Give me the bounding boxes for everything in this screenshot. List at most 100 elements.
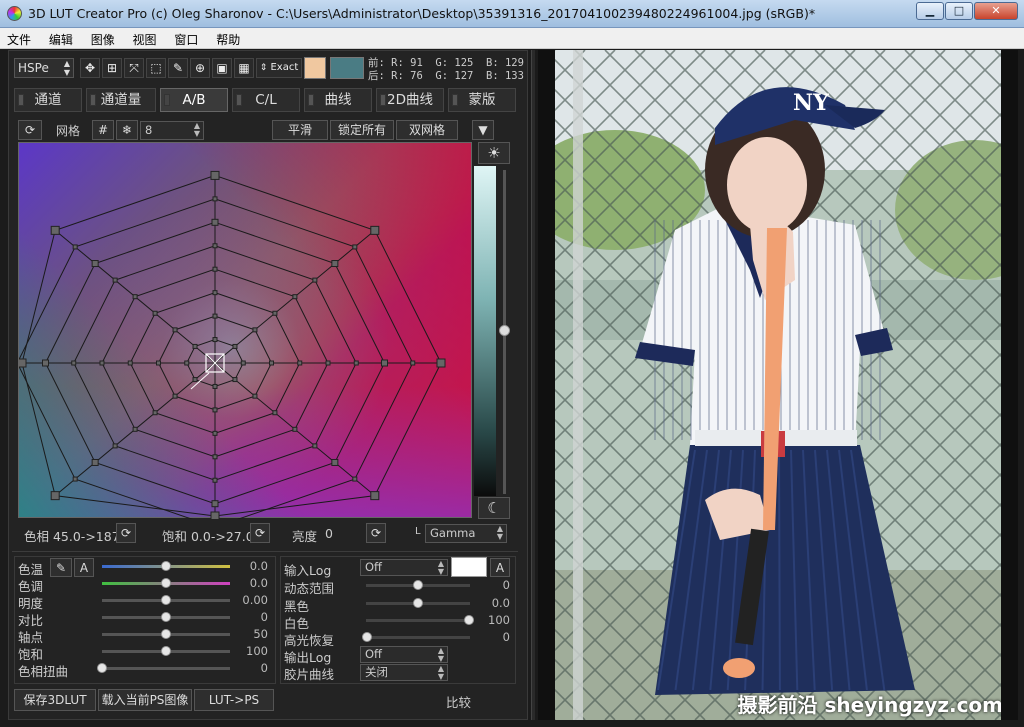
- grid-node[interactable]: [172, 327, 178, 333]
- grid-radial-icon[interactable]: ❄: [116, 120, 138, 140]
- film-curve-select[interactable]: 关闭 ▲ ▼: [360, 664, 448, 681]
- sun-icon[interactable]: ☀: [478, 142, 510, 164]
- slider-knob[interactable]: [161, 561, 171, 571]
- grid-node[interactable]: [212, 290, 218, 296]
- smooth-button[interactable]: 平滑: [272, 120, 328, 140]
- input-log-select[interactable]: Off ▲ ▼: [360, 559, 448, 576]
- black-slider[interactable]: [366, 598, 470, 608]
- grid-node[interactable]: [212, 430, 218, 436]
- highlight-recovery-slider[interactable]: [362, 632, 470, 642]
- grid-node[interactable]: [312, 277, 318, 283]
- panel-menu-icon[interactable]: ▼: [472, 120, 494, 140]
- close-button[interactable]: ✕: [974, 2, 1018, 20]
- grid-node[interactable]: [50, 225, 60, 235]
- after-color-swatch[interactable]: [330, 57, 364, 79]
- output-log-select[interactable]: Off ▲ ▼: [360, 646, 448, 663]
- grid-node[interactable]: [252, 327, 258, 333]
- grid-node[interactable]: [352, 476, 358, 482]
- color-model-select[interactable]: HSPe ▲ ▼: [14, 58, 74, 78]
- dual-grid-button[interactable]: 双网格: [396, 120, 458, 140]
- grid-node[interactable]: [132, 294, 138, 300]
- grid-node[interactable]: [232, 343, 238, 349]
- grid-node[interactable]: [50, 491, 60, 501]
- adjust-slider[interactable]: [102, 629, 230, 639]
- grid-node[interactable]: [353, 360, 359, 366]
- adjust-slider[interactable]: [102, 561, 230, 571]
- white-point-swatch[interactable]: [451, 557, 487, 577]
- tab-2d-curves[interactable]: 2D曲线: [376, 88, 444, 112]
- menu-window[interactable]: 窗口: [167, 28, 205, 48]
- grid-node[interactable]: [212, 243, 218, 249]
- saturation-reset-icon[interactable]: ⟳: [250, 523, 270, 543]
- menu-edit[interactable]: 编辑: [42, 28, 80, 48]
- grid-node[interactable]: [212, 313, 218, 319]
- grid-node[interactable]: [331, 458, 339, 466]
- grid-node[interactable]: [184, 360, 190, 366]
- grid-node[interactable]: [331, 260, 339, 268]
- tab-channel-amount[interactable]: 通道量: [86, 88, 156, 112]
- slider-knob[interactable]: [464, 615, 474, 625]
- slider-knob[interactable]: [413, 580, 423, 590]
- slider-knob[interactable]: [97, 663, 107, 673]
- menu-help[interactable]: 帮助: [209, 28, 247, 48]
- grid-node[interactable]: [212, 407, 218, 413]
- grid-node[interactable]: [132, 426, 138, 432]
- transform-icon[interactable]: ⊞: [102, 58, 122, 78]
- slider-knob[interactable]: [161, 578, 171, 588]
- grid-count-spinner[interactable]: 8 ▲ ▼: [140, 121, 204, 140]
- minimize-button[interactable]: ▁: [916, 2, 944, 20]
- eyedropper-picker-icon[interactable]: ✎: [50, 558, 72, 577]
- compare-button[interactable]: 比较: [446, 692, 471, 711]
- scale-icon[interactable]: ⤧: [124, 58, 144, 78]
- grid-node[interactable]: [71, 360, 77, 366]
- grid-node[interactable]: [352, 244, 358, 250]
- fit-icon[interactable]: ▣: [212, 58, 232, 78]
- auto-temp-button[interactable]: A: [74, 558, 94, 577]
- load-ps-image-button[interactable]: 载入当前PS图像: [98, 689, 192, 711]
- grid-view-icon[interactable]: ▦: [234, 58, 254, 78]
- grid-node[interactable]: [212, 477, 218, 483]
- grid-node[interactable]: [127, 360, 133, 366]
- grid-node[interactable]: [410, 360, 416, 366]
- adjust-slider[interactable]: [102, 612, 230, 622]
- menu-view[interactable]: 视图: [126, 28, 164, 48]
- grid-node[interactable]: [370, 491, 380, 501]
- grid-node[interactable]: [212, 266, 218, 272]
- grid-node[interactable]: [312, 443, 318, 449]
- tab-channels[interactable]: 通道: [14, 88, 82, 112]
- grid-node[interactable]: [152, 310, 158, 316]
- panel-divider[interactable]: [531, 50, 535, 720]
- grid-node[interactable]: [269, 360, 274, 366]
- hue-reset-icon[interactable]: ⟳: [116, 523, 136, 543]
- grid-node[interactable]: [172, 393, 178, 399]
- slider-knob[interactable]: [413, 598, 423, 608]
- grid-node[interactable]: [272, 410, 278, 416]
- slider-knob[interactable]: [161, 629, 171, 639]
- reset-icon[interactable]: ⟳: [18, 120, 42, 140]
- grid-node[interactable]: [99, 360, 105, 366]
- gamma-select[interactable]: Gamma ▲ ▼: [425, 524, 507, 543]
- grid-node[interactable]: [436, 358, 446, 368]
- grid-node[interactable]: [212, 196, 218, 202]
- adjust-slider[interactable]: [102, 595, 230, 605]
- grid-node[interactable]: [297, 360, 303, 366]
- grid-node[interactable]: [232, 377, 238, 383]
- grid-node[interactable]: [72, 476, 78, 482]
- grid-node[interactable]: [42, 359, 49, 367]
- grid-node[interactable]: [156, 360, 161, 366]
- tab-ab[interactable]: A/B: [160, 88, 228, 112]
- grid-node[interactable]: [240, 360, 246, 366]
- grid-node[interactable]: [370, 225, 380, 235]
- marquee-icon[interactable]: ⬚: [146, 58, 166, 78]
- grid-node[interactable]: [212, 337, 218, 343]
- lut-to-ps-button[interactable]: LUT->PS: [194, 689, 274, 711]
- grid-node[interactable]: [152, 410, 158, 416]
- grid-node[interactable]: [72, 244, 78, 250]
- adjust-slider[interactable]: [102, 578, 230, 588]
- grid-node[interactable]: [252, 393, 258, 399]
- white-slider[interactable]: [366, 615, 474, 625]
- grid-node[interactable]: [112, 443, 118, 449]
- grid-node[interactable]: [210, 170, 220, 180]
- grid-node[interactable]: [210, 511, 220, 519]
- grid-mesh[interactable]: [19, 143, 473, 519]
